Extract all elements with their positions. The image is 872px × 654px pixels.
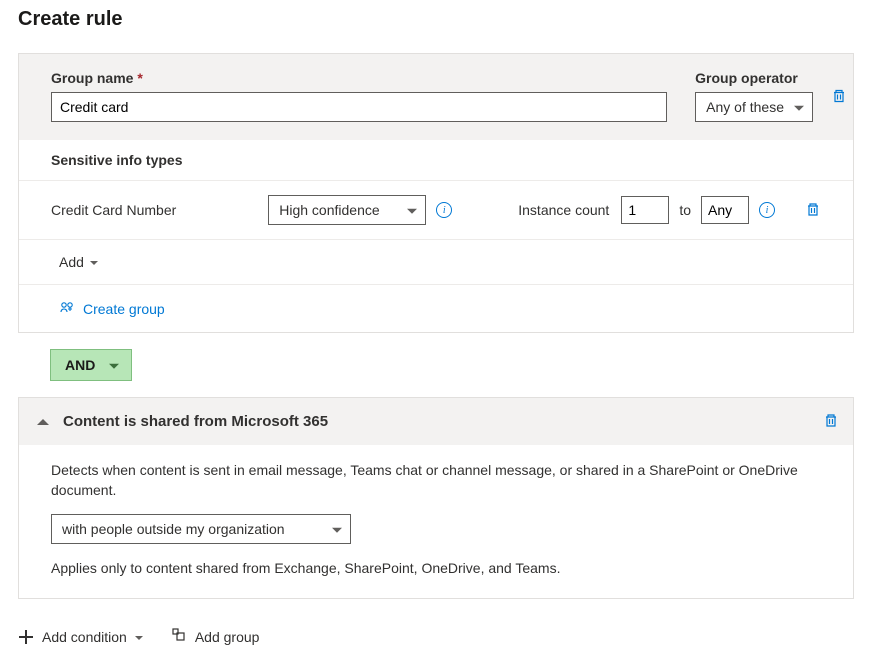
confidence-value: High confidence: [279, 202, 379, 218]
shared-card-header: Content is shared from Microsoft 365: [19, 398, 853, 445]
add-sit-row: Add: [19, 240, 853, 285]
logic-connector-wrap: AND: [50, 349, 854, 381]
add-group-button[interactable]: Add group: [171, 627, 260, 646]
instance-count-label: Instance count: [518, 202, 609, 218]
create-group-button[interactable]: Create group: [59, 299, 165, 318]
collapse-toggle[interactable]: [37, 419, 49, 425]
add-condition-label: Add condition: [42, 629, 127, 645]
shared-card-body: Detects when content is sent in email me…: [19, 445, 853, 598]
group-name-label: Group name *: [51, 70, 667, 86]
delete-condition-button[interactable]: [823, 412, 839, 431]
group-icon: [59, 299, 75, 318]
create-group-row: Create group: [19, 285, 853, 332]
sit-name: Credit Card Number: [51, 202, 258, 218]
page-title: Create rule: [18, 8, 854, 31]
required-asterisk: *: [137, 70, 142, 86]
add-group-label: Add group: [195, 629, 260, 645]
footer-actions: Add condition Add group: [18, 613, 854, 646]
add-sit-button[interactable]: Add: [59, 254, 98, 270]
add-condition-button[interactable]: Add condition: [18, 629, 143, 645]
group-name-label-text: Group name: [51, 70, 133, 86]
group-operator-select[interactable]: Any of these: [695, 92, 813, 122]
scope-value: with people outside my organization: [62, 521, 285, 537]
add-group-icon: [171, 627, 187, 646]
instance-min-input[interactable]: [621, 196, 669, 224]
delete-group-button[interactable]: [831, 88, 847, 107]
group-operator-value: Any of these: [706, 99, 784, 115]
group-name-field: Group name *: [51, 70, 667, 122]
logic-connector-select[interactable]: AND: [50, 349, 132, 381]
delete-sit-button[interactable]: [805, 201, 821, 220]
shared-card-title: Content is shared from Microsoft 365: [63, 413, 813, 430]
group-operator-field: Group operator Any of these: [695, 70, 813, 122]
confidence-select[interactable]: High confidence: [268, 195, 426, 225]
group-card-header: Group name * Group operator Any of these: [19, 54, 853, 140]
group-name-input[interactable]: [51, 92, 667, 122]
sit-heading: Sensitive info types: [19, 140, 853, 181]
scope-select[interactable]: with people outside my organization: [51, 514, 351, 544]
group-card: Group name * Group operator Any of these…: [18, 53, 854, 333]
sit-row: Credit Card Number High confidence i Ins…: [19, 181, 853, 240]
shared-card: Content is shared from Microsoft 365 Det…: [18, 397, 854, 599]
instance-max-input[interactable]: [701, 196, 749, 224]
shared-description: Detects when content is sent in email me…: [51, 461, 821, 500]
add-sit-label: Add: [59, 254, 84, 270]
instance-to-text: to: [679, 202, 691, 218]
plus-icon: [18, 629, 34, 645]
create-group-label: Create group: [83, 301, 165, 317]
group-operator-label: Group operator: [695, 70, 813, 86]
info-icon[interactable]: i: [436, 202, 452, 218]
logic-connector-label: AND: [65, 357, 95, 373]
applies-note: Applies only to content shared from Exch…: [51, 560, 821, 576]
chevron-down-icon: [135, 636, 143, 640]
info-icon[interactable]: i: [759, 202, 775, 218]
chevron-down-icon: [90, 261, 98, 265]
